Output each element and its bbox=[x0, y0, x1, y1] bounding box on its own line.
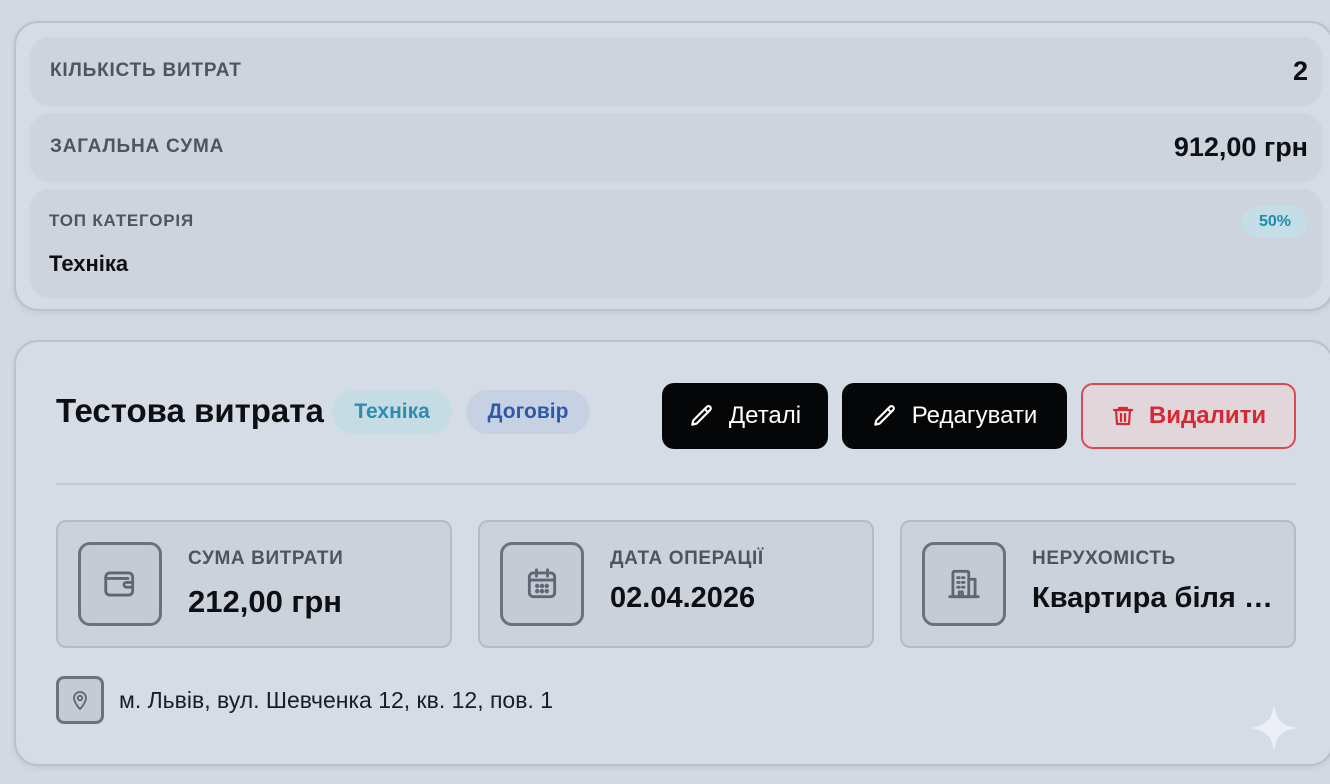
category-tag: Техніка bbox=[332, 390, 452, 434]
property-label: Нерухомість bbox=[1032, 548, 1176, 569]
map-pin-icon bbox=[56, 676, 104, 724]
expense-card: Тестова витрата Техніка Договір Деталі Р… bbox=[14, 340, 1330, 766]
wallet-icon bbox=[78, 542, 162, 626]
property-info-box: Нерухомість Квартира біля Б... bbox=[900, 520, 1296, 648]
expense-title: Тестова витрата bbox=[56, 392, 324, 429]
building-icon bbox=[922, 542, 1006, 626]
delete-button-label: Видалити bbox=[1148, 402, 1267, 429]
date-label: Дата операції bbox=[610, 548, 764, 569]
edit-button-label: Редагувати bbox=[911, 402, 1038, 429]
top-category-row: Топ категорія 50% Техніка bbox=[30, 189, 1322, 297]
property-value: Квартира біля Б... bbox=[1032, 582, 1280, 614]
document-type-tag: Договір bbox=[466, 390, 590, 434]
details-button[interactable]: Деталі bbox=[662, 383, 828, 449]
date-value: 02.04.2026 bbox=[610, 582, 756, 614]
pencil-icon bbox=[872, 403, 898, 429]
date-info-box: Дата операції 02.04.2026 bbox=[478, 520, 874, 648]
top-category-name: Техніка bbox=[49, 251, 129, 276]
total-amount-row: Загальна сума 912,00 грн bbox=[30, 113, 1322, 181]
top-category-percent-badge: 50% bbox=[1242, 206, 1308, 238]
expense-count-value: 2 bbox=[1292, 56, 1308, 86]
amount-value: 212,00 грн bbox=[188, 584, 343, 619]
amount-label: Сума витрати bbox=[188, 548, 344, 569]
total-amount-label: Загальна сума bbox=[50, 136, 225, 157]
delete-button[interactable]: Видалити bbox=[1081, 383, 1296, 449]
calendar-icon bbox=[500, 542, 584, 626]
amount-info-box: Сума витрати 212,00 грн bbox=[56, 520, 452, 648]
expense-summary-panel: Кількість витрат 2 Загальна сума 912,00 … bbox=[14, 21, 1330, 311]
pencil-icon bbox=[689, 403, 715, 429]
trash-icon bbox=[1111, 404, 1135, 428]
edit-button[interactable]: Редагувати bbox=[842, 383, 1067, 449]
total-amount-value: 912,00 грн bbox=[1173, 132, 1308, 162]
card-divider bbox=[56, 483, 1296, 485]
top-category-label: Топ категорія bbox=[49, 211, 194, 230]
sparkle-icon bbox=[1250, 704, 1298, 752]
expense-count-label: Кількість витрат bbox=[50, 60, 242, 81]
expense-count-row: Кількість витрат 2 bbox=[30, 37, 1322, 105]
address-text: м. Львів, вул. Шевченка 12, кв. 12, пов.… bbox=[119, 687, 554, 713]
details-button-label: Деталі bbox=[728, 402, 802, 429]
